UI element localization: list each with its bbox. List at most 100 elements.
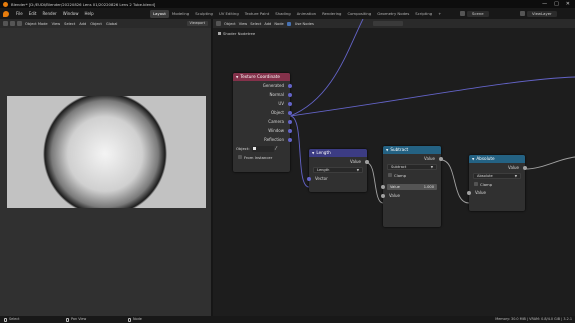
mode-dropdown[interactable]: Object Mode: [24, 22, 49, 26]
output-socket[interactable]: [288, 83, 292, 88]
blender-logo-icon: [3, 1, 8, 7]
minimize-button[interactable]: —: [542, 1, 547, 7]
tab-animation[interactable]: Animation: [294, 10, 319, 18]
shader-node-editor[interactable]: Object View Select Add Node Use Nodes Sh…: [213, 19, 575, 316]
menu-window[interactable]: Window: [60, 11, 82, 16]
tab-layout[interactable]: Layout: [150, 9, 169, 18]
blender-menu-icon[interactable]: [3, 10, 9, 17]
tab-shading[interactable]: Shading: [272, 10, 293, 18]
from-instancer-checkbox[interactable]: [238, 155, 242, 159]
scene-name[interactable]: Scene: [467, 10, 489, 17]
collapse-caret-icon[interactable]: ▼: [236, 73, 238, 81]
tab-uv-editing[interactable]: UV Editing: [216, 10, 242, 18]
clamp-row[interactable]: Clamp: [383, 171, 441, 179]
eyedropper-icon[interactable]: ⁄: [276, 146, 277, 152]
input-socket[interactable]: [381, 185, 385, 189]
window-titlebar: Blender* [D:/EUDI/Blender/20220826 Lens …: [0, 0, 575, 8]
menu-file[interactable]: File: [13, 11, 26, 16]
tab-modeling[interactable]: Modeling: [169, 10, 192, 18]
scene-selector[interactable]: Scene: [460, 10, 489, 17]
tab-scripting[interactable]: Scripting: [412, 10, 435, 18]
collapse-caret-icon[interactable]: ▼: [312, 149, 314, 157]
menu-select[interactable]: Select: [63, 22, 76, 26]
output-normal: Normal: [233, 90, 292, 99]
input-socket[interactable]: [381, 193, 385, 198]
node-header[interactable]: ▼ Texture Coordinate: [233, 73, 290, 81]
from-instancer-label: From Instancer: [244, 154, 273, 160]
output-socket[interactable]: [523, 165, 527, 170]
chevron-down-icon: ▼: [430, 165, 433, 169]
clamp-checkbox[interactable]: [474, 182, 478, 186]
top-menubar: File Edit Render Window Help Layout Mode…: [0, 8, 575, 19]
operation-dropdown[interactable]: Absolute ▼: [473, 173, 521, 179]
clamp-checkbox[interactable]: [388, 173, 392, 177]
object-row: Object: ⁄: [233, 144, 290, 153]
tab-texture-paint[interactable]: Texture Paint: [242, 10, 273, 18]
output-socket[interactable]: [288, 137, 292, 142]
menu-render[interactable]: Render: [39, 11, 59, 16]
link-off-right: [289, 76, 575, 117]
view-layer-selector[interactable]: ViewLayer: [520, 10, 557, 17]
output-socket[interactable]: [288, 128, 292, 133]
view-mode-icon[interactable]: [10, 21, 15, 26]
from-instancer-row[interactable]: From Instancer: [233, 153, 290, 161]
status-node: Node: [128, 316, 142, 323]
menu-add[interactable]: Add: [78, 22, 87, 26]
clamp-row[interactable]: Clamp: [469, 180, 525, 188]
status-pan: Pan View: [66, 316, 86, 323]
node-texture-coordinate[interactable]: ▼ Texture Coordinate Generated Normal UV…: [233, 73, 292, 172]
view-layer-name[interactable]: ViewLayer: [527, 10, 557, 17]
tab-geometry-nodes[interactable]: Geometry Nodes: [374, 10, 412, 18]
operation-dropdown[interactable]: Length ▼: [313, 167, 363, 173]
object-label: Object:: [236, 146, 250, 151]
output-value: Value: [309, 157, 369, 166]
collapse-caret-icon[interactable]: ▼: [386, 146, 388, 154]
close-button[interactable]: ✕: [566, 1, 570, 7]
shading-dropdown[interactable]: Global: [105, 22, 118, 26]
operation-dropdown[interactable]: Subtract ▼: [387, 164, 437, 170]
node-title: Subtract: [390, 147, 409, 152]
menu-object[interactable]: Object: [89, 22, 103, 26]
image-editor-header: Object Mode View Select Add Object Globa…: [0, 19, 211, 28]
add-workspace-button[interactable]: +: [435, 10, 444, 18]
menu-view[interactable]: View: [51, 22, 62, 26]
output-socket[interactable]: [365, 159, 369, 164]
maximize-button[interactable]: □: [554, 1, 559, 7]
input-socket[interactable]: [307, 176, 311, 181]
node-title: Absolute: [476, 156, 495, 161]
view-layer-icon: [520, 11, 525, 16]
tab-rendering[interactable]: Rendering: [319, 10, 344, 18]
menu-help[interactable]: Help: [81, 11, 96, 16]
status-select: Select: [4, 316, 19, 323]
node-header[interactable]: ▼ Subtract: [383, 146, 441, 154]
window-controls: — □ ✕: [542, 0, 573, 8]
mouse-right-icon: [128, 317, 131, 322]
link-subtract-to-absolute: [440, 159, 470, 204]
output-socket[interactable]: [288, 110, 292, 115]
object-field[interactable]: [251, 145, 274, 152]
menu-edit[interactable]: Edit: [26, 11, 40, 16]
object-data-icon: [252, 147, 256, 150]
collapse-caret-icon[interactable]: ▼: [472, 155, 474, 163]
node-absolute[interactable]: ▼ Absolute Value Absolute ▼ Clamp Value: [467, 155, 527, 211]
node-header[interactable]: ▼ Absolute: [469, 155, 525, 163]
node-length[interactable]: ▼ Length Value Length ▼ Vector: [307, 149, 369, 192]
chevron-down-icon: ▼: [356, 168, 359, 172]
chevron-down-icon: ▼: [514, 174, 517, 178]
editor-type-icon[interactable]: [3, 21, 8, 26]
output-socket[interactable]: [439, 156, 443, 161]
mouse-middle-icon: [66, 317, 69, 322]
node-subtract[interactable]: ▼ Subtract Value Subtract ▼ Clamp Value 1…: [381, 146, 443, 227]
tab-sculpting[interactable]: Sculpting: [192, 10, 216, 18]
output-generated: Generated: [233, 81, 292, 90]
output-socket[interactable]: [288, 119, 292, 124]
output-socket[interactable]: [288, 101, 292, 106]
output-socket[interactable]: [288, 92, 292, 97]
input-socket[interactable]: [467, 190, 471, 195]
tab-compositing[interactable]: Compositing: [344, 10, 374, 18]
value-field[interactable]: Value 1.000: [381, 184, 437, 190]
image-browse-icon[interactable]: [17, 21, 22, 26]
node-header[interactable]: ▼ Length: [309, 149, 367, 157]
viewport-field[interactable]: Viewport: [186, 21, 208, 26]
version-info: Memory: 30.0 MiB | VRAM: 0.8/4.0 GiB | 3…: [495, 317, 572, 321]
